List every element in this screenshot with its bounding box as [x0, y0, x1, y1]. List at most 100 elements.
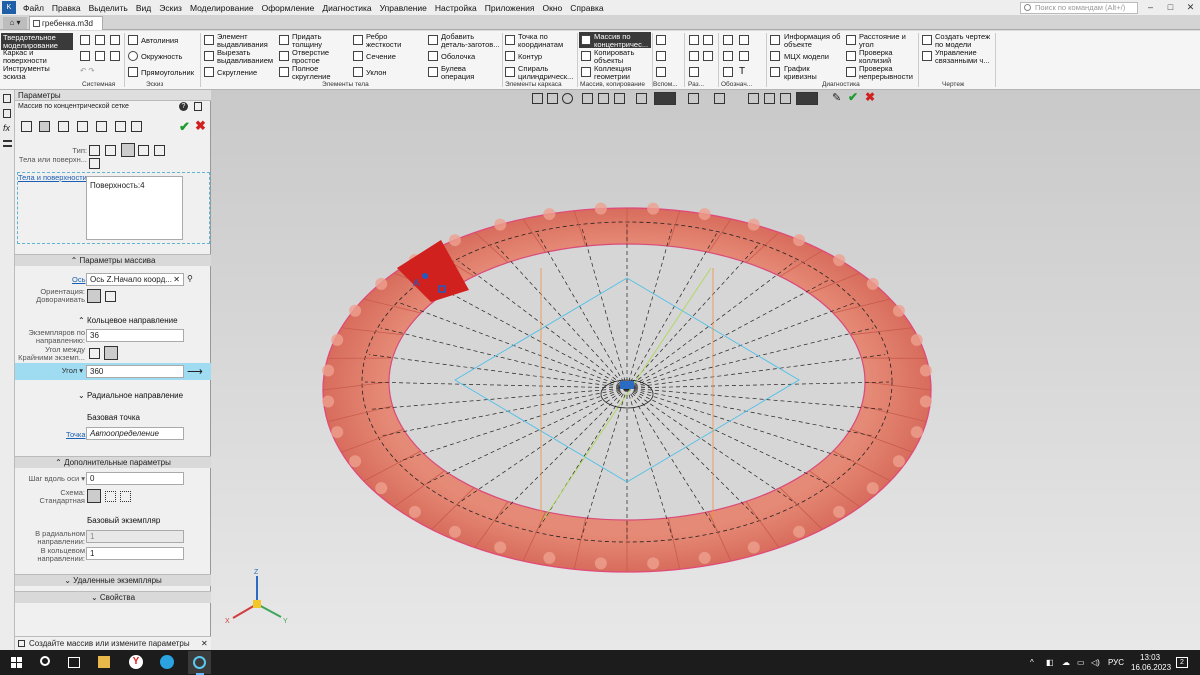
distance-angle-button[interactable]: Расстояние и угол — [859, 33, 917, 48]
view-cube-icon[interactable] — [636, 93, 647, 104]
3d-viewport[interactable]: A Z X Y — [211, 90, 1200, 650]
angle-direction-icon[interactable]: ⟶ — [187, 365, 203, 378]
fillet-button[interactable]: Скругление — [217, 69, 257, 77]
tab-close-icon[interactable] — [33, 20, 40, 27]
menu-modeling[interactable]: Моделирование — [186, 3, 258, 13]
clock-time[interactable]: 13:03 — [1140, 653, 1160, 662]
tray-icon-1[interactable]: ◧ — [1046, 658, 1054, 667]
panel-pin-icon[interactable] — [194, 102, 202, 111]
create-drawing-button[interactable]: Создать чертеж по модели — [935, 33, 995, 48]
hole-button[interactable]: Отверстие простое — [292, 49, 350, 64]
menu-view[interactable]: Вид — [132, 3, 155, 13]
bodies-link[interactable]: Тела и поверхности — [18, 173, 87, 182]
type-option-1-icon[interactable] — [89, 145, 100, 156]
full-fillet-button[interactable]: Полное скругление — [292, 65, 350, 80]
aux-axis-icon[interactable] — [656, 51, 666, 61]
text-tool-icon[interactable]: T — [739, 67, 745, 76]
origin-point-icon[interactable] — [620, 381, 634, 389]
scheme-alt2-icon[interactable] — [120, 491, 131, 502]
handle-point-icon[interactable] — [422, 273, 428, 279]
shell-icon[interactable] — [428, 51, 438, 61]
file-explorer-icon[interactable] — [98, 656, 110, 668]
menu-edit[interactable]: Правка — [48, 3, 85, 13]
axis-pick-icon[interactable]: ⚲ — [187, 274, 198, 285]
linked-drawings-icon[interactable] — [922, 51, 932, 61]
spiral-icon[interactable] — [505, 67, 515, 77]
bodies-select-icon[interactable] — [89, 158, 100, 169]
orient-rotate-icon[interactable] — [87, 289, 101, 303]
thicken-button[interactable]: Придать толщину — [292, 33, 350, 48]
taskbar-search-icon[interactable] — [40, 656, 50, 666]
section-array-params[interactable]: ⌃ Параметры массива — [15, 254, 211, 266]
add-part-icon[interactable] — [428, 35, 438, 45]
command-search-input[interactable]: Поиск по командам (Alt+/) — [1020, 2, 1138, 14]
concentric-array-icon[interactable] — [581, 35, 591, 45]
thicken-icon[interactable] — [279, 35, 289, 45]
continuity-check-icon[interactable] — [846, 67, 856, 77]
type-option-3-icon[interactable] — [121, 143, 135, 157]
tolerance-icon[interactable] — [723, 67, 733, 77]
params-tool-icon[interactable] — [77, 121, 88, 132]
view-cursor-icon[interactable] — [532, 93, 543, 104]
extrude-button[interactable]: Элемент выдавливания — [217, 33, 277, 48]
scheme-alt1-icon[interactable] — [105, 491, 116, 502]
menu-settings[interactable]: Настройка — [431, 3, 481, 13]
clock-date[interactable]: 16.06.2023 — [1131, 663, 1171, 672]
type-option-5-icon[interactable] — [154, 145, 165, 156]
close-window-button[interactable]: ✕ — [1181, 0, 1200, 15]
point-coords-icon[interactable] — [505, 35, 515, 45]
network-icon[interactable]: ▭ — [1077, 658, 1085, 667]
start-icon[interactable] — [11, 657, 22, 668]
params-settings-icon[interactable] — [39, 121, 50, 132]
rectangle-button[interactable]: Прямоугольник — [141, 69, 194, 77]
roughness-icon[interactable] — [723, 51, 733, 61]
options-icon[interactable] — [110, 51, 120, 61]
params-grid-icon[interactable] — [21, 121, 32, 132]
zoom-icon[interactable] — [562, 93, 573, 104]
distance-angle-icon[interactable] — [846, 35, 856, 45]
notifications-icon[interactable]: 2 — [1176, 657, 1188, 668]
menu-window[interactable]: Окно — [538, 3, 566, 13]
save-icon[interactable] — [95, 35, 105, 45]
task-view-icon[interactable] — [68, 657, 80, 668]
collision-check-button[interactable]: Проверка коллизий — [859, 49, 917, 64]
autoline-icon[interactable] — [128, 35, 138, 45]
model-view[interactable]: A Z X Y — [211, 90, 1200, 650]
mode-wireframe[interactable]: Каркас и поверхности — [3, 49, 73, 64]
axis-clear-icon[interactable]: ✕ — [173, 274, 180, 285]
full-fillet-icon[interactable] — [279, 67, 289, 77]
circle-button[interactable]: Окружность — [141, 53, 182, 61]
point-link[interactable]: Точка — [66, 430, 86, 439]
rib-icon[interactable] — [353, 35, 363, 45]
filter-1-icon[interactable] — [748, 93, 759, 104]
extrude-icon[interactable] — [204, 35, 214, 45]
params-list-icon[interactable] — [96, 121, 107, 132]
home-icon[interactable]: ⌂ ▾ — [3, 17, 27, 29]
boolean-button[interactable]: Булева операция — [441, 65, 496, 80]
linked-drawings-button[interactable]: Управление связанными ч... — [935, 49, 995, 64]
scheme-standard-icon[interactable] — [87, 489, 101, 503]
menu-help[interactable]: Справка — [566, 3, 607, 13]
ring-direction-title[interactable]: ⌃ Кольцевое направление — [78, 316, 178, 325]
create-drawing-icon[interactable] — [922, 35, 932, 45]
designation-icon[interactable] — [723, 35, 733, 45]
aux-point-icon[interactable] — [656, 67, 666, 77]
copy-objects-button[interactable]: Копировать объекты — [594, 49, 652, 64]
view-apply-icon[interactable]: ✔ — [848, 90, 858, 104]
aux-plane-icon[interactable] — [656, 35, 666, 45]
keyboard-lang[interactable]: РУС — [1108, 658, 1124, 667]
maximize-button[interactable]: □ — [1161, 0, 1180, 15]
apply-check-icon[interactable]: ✔ — [179, 119, 190, 135]
minimize-button[interactable]: – — [1141, 0, 1160, 15]
params-tab-icon[interactable] — [3, 94, 11, 103]
circle-icon[interactable] — [128, 51, 138, 61]
menu-select[interactable]: Выделить — [85, 3, 132, 13]
properties-icon[interactable] — [110, 35, 120, 45]
cut-extrude-button[interactable]: Вырезать выдавливанием — [217, 49, 277, 64]
menu-sketch[interactable]: Эскиз — [155, 3, 186, 13]
telegram-icon[interactable] — [160, 655, 174, 669]
menu-design[interactable]: Оформление — [258, 3, 319, 13]
rotate-icon[interactable] — [598, 93, 609, 104]
point-field[interactable]: Автоопределение — [86, 427, 184, 440]
yandex-browser-icon[interactable]: Y — [129, 655, 143, 669]
